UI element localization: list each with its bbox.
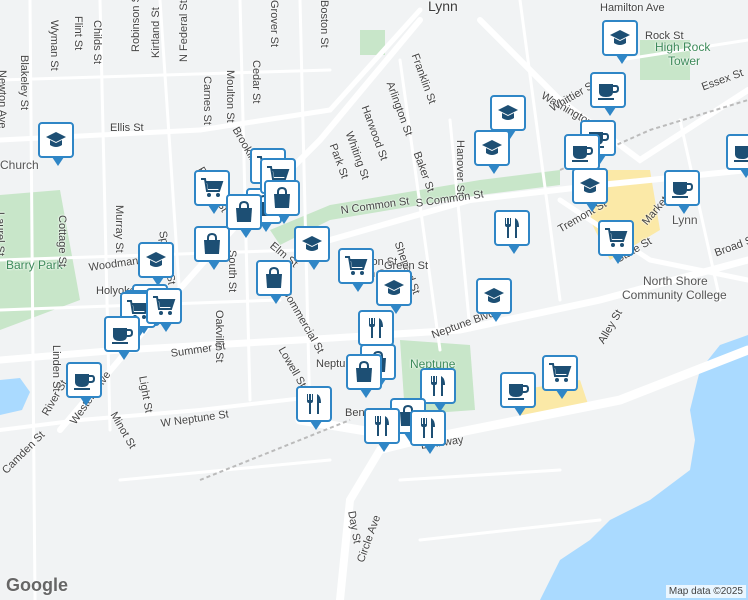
school-marker[interactable] (572, 168, 608, 212)
shopping-marker[interactable] (194, 226, 230, 270)
school-icon (496, 101, 520, 125)
shopping-marker[interactable] (346, 354, 382, 398)
shopping-icon (352, 360, 376, 384)
grocery-icon (604, 226, 628, 250)
cafe-icon (110, 322, 134, 346)
street-label: Flint St (72, 16, 84, 51)
place-label-barry-park: Barry Park (6, 258, 63, 272)
street-label: N Federal St (178, 0, 190, 62)
school-marker[interactable] (476, 278, 512, 322)
school-marker[interactable] (38, 122, 74, 166)
shopping-marker[interactable] (226, 194, 262, 238)
street-label: Childs St (91, 20, 103, 65)
street-label: Oakville St (213, 310, 225, 363)
grocery-marker[interactable] (598, 220, 634, 264)
shopping-icon (262, 266, 286, 290)
school-icon (382, 276, 406, 300)
restaurant-marker[interactable] (364, 408, 400, 452)
cafe-marker[interactable] (664, 170, 700, 214)
street-label: Moulton St (224, 70, 236, 123)
street-label: Grover St (268, 0, 280, 48)
restaurant-icon (370, 414, 394, 438)
grocery-marker[interactable] (194, 170, 230, 214)
place-label-community-college: Community College (622, 288, 727, 302)
place-label-high-rock: High Rock (655, 40, 711, 54)
cafe-marker[interactable] (500, 372, 536, 416)
street-label: Cottage St (56, 215, 68, 267)
street-label: Kirtland St (150, 7, 162, 58)
school-icon (300, 232, 324, 256)
google-logo[interactable]: Google (6, 575, 68, 596)
grocery-icon (152, 294, 176, 318)
grocery-marker[interactable] (338, 248, 374, 292)
school-marker[interactable] (138, 242, 174, 286)
cafe-marker[interactable] (66, 362, 102, 406)
school-marker[interactable] (474, 130, 510, 174)
restaurant-icon (302, 392, 326, 416)
shopping-marker[interactable] (256, 260, 292, 304)
cafe-marker[interactable] (104, 316, 140, 360)
school-marker[interactable] (294, 226, 330, 270)
street-label: Carnes St (201, 76, 213, 125)
cafe-marker[interactable] (564, 134, 600, 178)
grocery-icon (548, 361, 572, 385)
restaurant-icon (416, 416, 440, 440)
restaurant-marker[interactable] (410, 410, 446, 454)
restaurant-icon (364, 316, 388, 340)
shopping-icon (232, 200, 256, 224)
street-label: Ellis St (110, 122, 144, 134)
street-label: Rock St (645, 30, 684, 42)
grocery-icon (200, 176, 224, 200)
cafe-icon (506, 378, 530, 402)
school-icon (144, 248, 168, 272)
street-label: Cedar St (250, 60, 262, 104)
cafe-icon (732, 140, 748, 164)
street-label: Linden St (50, 345, 62, 392)
restaurant-marker[interactable] (296, 386, 332, 430)
place-label-north-shore: North Shore (643, 274, 708, 288)
street-label: Boston St (318, 0, 330, 48)
place-label-lynn-station: Lynn (672, 213, 698, 227)
school-marker[interactable] (490, 95, 526, 139)
street-label: Murray St (113, 205, 125, 253)
street-label: Hamilton Ave (600, 2, 665, 14)
cafe-marker[interactable] (590, 72, 626, 116)
place-label-lynn: Lynn (428, 0, 458, 14)
street-label: Newton Ave (0, 70, 8, 129)
cafe-icon (570, 140, 594, 164)
restaurant-marker[interactable] (420, 368, 456, 412)
cafe-icon (670, 176, 694, 200)
restaurant-marker[interactable] (358, 310, 394, 354)
street-label: Robinson St (130, 0, 142, 52)
restaurant-icon (426, 374, 450, 398)
street-label: Wyman St (48, 20, 60, 71)
street-label: Laurel St (0, 212, 6, 257)
cafe-icon (72, 368, 96, 392)
street-label: Hanover St (454, 140, 466, 196)
school-icon (608, 26, 632, 50)
shopping-icon (200, 232, 224, 256)
cafe-marker[interactable] (726, 134, 748, 178)
shopping-icon (270, 186, 294, 210)
map-canvas[interactable]: Lynn High Rock Tower Barry Park North Sh… (0, 0, 748, 600)
map-data-credit[interactable]: Map data ©2025 (665, 585, 746, 598)
place-label-tower: Tower (668, 54, 701, 68)
restaurant-icon (500, 216, 524, 240)
restaurant-marker[interactable] (494, 210, 530, 254)
school-marker[interactable] (602, 20, 638, 64)
school-icon (578, 174, 602, 198)
grocery-marker[interactable] (542, 355, 578, 399)
school-icon (480, 136, 504, 160)
place-label-church: Church (0, 158, 39, 172)
street-label: Blakeley St (18, 55, 30, 111)
grocery-icon (344, 254, 368, 278)
school-icon (44, 128, 68, 152)
school-icon (482, 284, 506, 308)
cafe-icon (596, 78, 620, 102)
shopping-marker[interactable] (264, 180, 300, 224)
school-marker[interactable] (376, 270, 412, 314)
grocery-marker[interactable] (146, 288, 182, 332)
